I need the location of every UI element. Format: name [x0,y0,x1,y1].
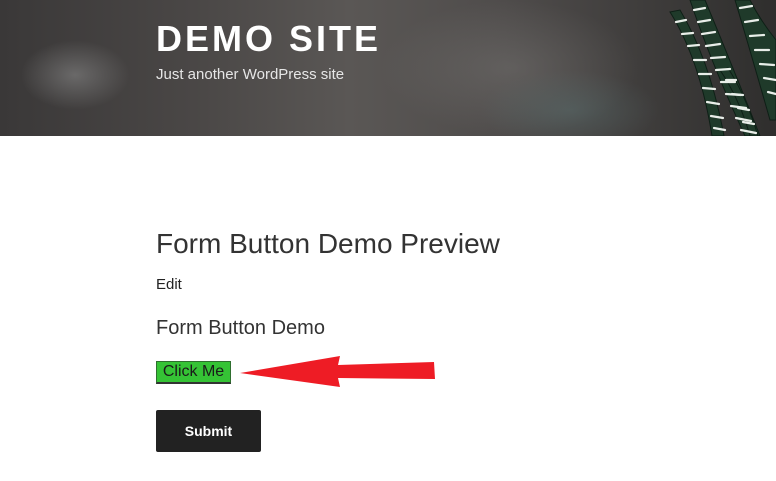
page-title: Form Button Demo Preview [156,228,500,259]
plant-image [669,0,776,136]
edit-link[interactable]: Edit [156,276,182,293]
site-title[interactable]: DEMO SITE [156,18,381,60]
site-header: DEMO SITE Just another WordPress site [0,0,776,136]
red-arrow-annotation [240,356,435,387]
header-bokeh [480,70,660,136]
header-bokeh [20,40,130,110]
site-tagline: Just another WordPress site [156,66,345,83]
click-me-button[interactable]: Click Me [156,361,231,384]
form-heading: Form Button Demo [156,317,325,339]
submit-button[interactable]: Submit [156,410,261,452]
